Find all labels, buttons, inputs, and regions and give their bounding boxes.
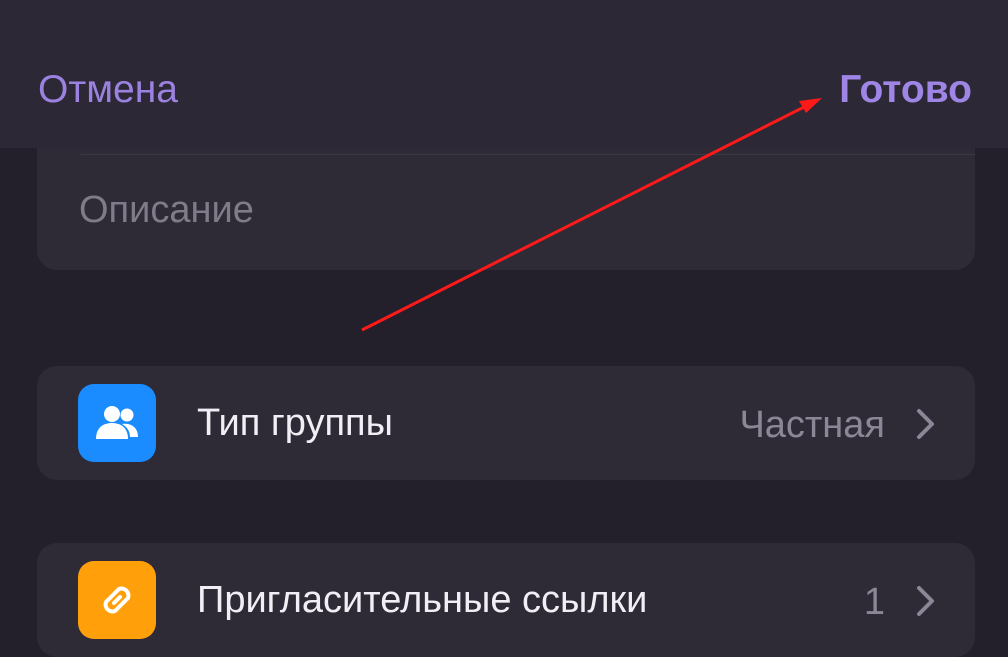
annotation-arrow [361,98,822,332]
